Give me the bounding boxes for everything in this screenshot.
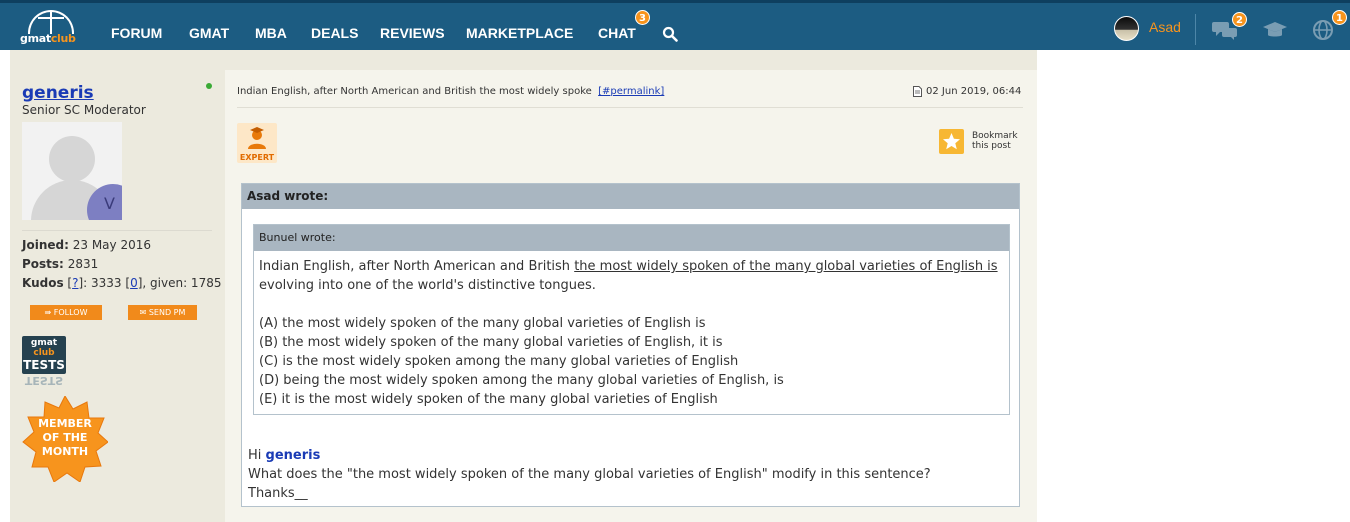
- globe-icon[interactable]: [1310, 19, 1336, 41]
- member-of-the-month-badge[interactable]: MEMBER OF THE MONTH: [22, 394, 109, 483]
- search-icon[interactable]: [662, 26, 678, 42]
- question-line-1: Indian English, after North American and…: [259, 259, 998, 274]
- graduation-cap-icon[interactable]: [1262, 19, 1288, 41]
- chat-badge: 3: [635, 10, 650, 25]
- post-header-divider: [237, 107, 1023, 108]
- top-navigation-bar: gmatclub FORUM GMAT MBA DEALS REVIEWS MA…: [0, 0, 1350, 50]
- sidebar-divider: [22, 230, 212, 231]
- current-username[interactable]: Asad: [1149, 19, 1181, 35]
- nav-mba[interactable]: MBA: [255, 25, 287, 41]
- post-body-area: Indian English, after North American and…: [225, 70, 1037, 522]
- author-sidebar: generis Senior SC Moderator V Joined: 23…: [10, 70, 225, 522]
- logo-word-club: club: [50, 32, 76, 45]
- avatar-letter: V: [104, 194, 115, 213]
- kudos-zero-link[interactable]: 0: [130, 276, 138, 290]
- option-a: (A) the most widely spoken of the many g…: [259, 316, 706, 331]
- post-date: 02 Jun 2019, 06:44: [926, 86, 1022, 97]
- expert-person-icon: [248, 127, 266, 149]
- bookmark-star-icon[interactable]: [939, 129, 964, 154]
- posts-stat: Posts: 2831: [22, 257, 99, 271]
- bookmark-post-link[interactable]: Bookmark this post: [972, 131, 1018, 151]
- outer-quote-author: Asad wrote:: [242, 184, 1019, 209]
- outer-quote-block: Asad wrote: Bunuel wrote: Indian English…: [241, 183, 1020, 507]
- option-e: (E) it is the most widely spoken of the …: [259, 392, 718, 407]
- nav-reviews[interactable]: REVIEWS: [380, 25, 445, 41]
- expert-badge: EXPERT: [237, 123, 277, 163]
- nav-forum[interactable]: FORUM: [111, 25, 162, 41]
- header-divider: [1195, 14, 1196, 45]
- globe-badge: 1: [1332, 10, 1347, 25]
- option-c: (C) is the most widely spoken among the …: [259, 354, 739, 369]
- option-d: (D) being the most widely spoken among t…: [259, 373, 784, 388]
- gmatclub-logo[interactable]: gmatclub: [16, 10, 86, 46]
- globe-logo-icon: [28, 10, 74, 34]
- inner-quote-author: Bunuel wrote:: [254, 225, 1009, 251]
- gmatclub-tests-badge[interactable]: gmat club TESTS TESTS: [22, 336, 66, 387]
- logo-word-gmat: gmat: [20, 32, 51, 45]
- permalink-link[interactable]: [#permalink]: [598, 86, 664, 97]
- nav-chat[interactable]: CHAT: [598, 25, 636, 41]
- send-pm-button[interactable]: ✉ SEND PM: [128, 305, 197, 320]
- joined-stat: Joined: 23 May 2016: [22, 238, 151, 252]
- kudos-stat: Kudos [?]: 3333 [0], given: 1785: [22, 276, 222, 290]
- messages-badge: 2: [1232, 12, 1247, 27]
- kudos-help-link[interactable]: ?: [72, 276, 78, 290]
- author-avatar[interactable]: V: [22, 122, 122, 220]
- user-avatar[interactable]: [1114, 16, 1139, 41]
- inner-quote-block: Bunuel wrote: Indian English, after Nort…: [253, 224, 1010, 415]
- option-b: (B) the most widely spoken of the many g…: [259, 335, 723, 350]
- post-subject: Indian English, after North American and…: [237, 86, 665, 97]
- question-line-2: evolving into one of the world's distinc…: [259, 278, 596, 293]
- author-username[interactable]: generis: [22, 83, 94, 103]
- author-role: Senior SC Moderator: [22, 103, 146, 117]
- follow-button[interactable]: ⇛ FOLLOW: [30, 305, 102, 320]
- forum-top-strip: [10, 50, 1037, 70]
- nav-deals[interactable]: DEALS: [311, 25, 358, 41]
- online-status-icon: [206, 83, 212, 89]
- nav-marketplace[interactable]: MARKETPLACE: [466, 25, 573, 41]
- reply-text: Hi generis What does the "the most widel…: [248, 448, 931, 501]
- nav-gmat[interactable]: GMAT: [189, 25, 229, 41]
- document-icon: [913, 86, 922, 97]
- mention-link[interactable]: generis: [266, 448, 321, 463]
